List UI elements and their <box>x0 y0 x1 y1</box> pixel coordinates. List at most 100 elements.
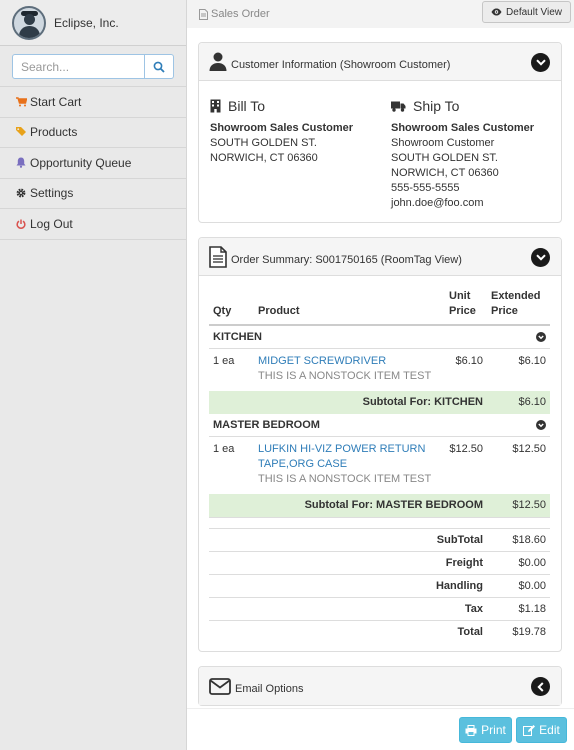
item-qty: 1 ea <box>213 354 235 367</box>
search-bar <box>0 46 186 87</box>
order-summary-panel: Order Summary: S001750165 (RoomTag View)… <box>198 237 562 652</box>
sidebar: Eclipse, Inc. Start Cart Products Opport… <box>0 0 187 750</box>
product-link[interactable]: MIDGET SCREWDRIVER <box>258 354 441 369</box>
spacer-row <box>209 516 550 528</box>
sidebar-item-label: Opportunity Queue <box>30 155 132 170</box>
action-footer: Print Edit <box>187 708 574 750</box>
section-name: KITCHEN <box>213 330 262 343</box>
print-icon <box>465 724 477 736</box>
bell-icon <box>14 157 28 169</box>
ship-to-line1: Showroom Customer <box>391 137 495 149</box>
chevron-down-icon <box>535 59 546 66</box>
sidebar-item-label: Log Out <box>30 216 73 231</box>
chevron-down-icon <box>535 254 546 261</box>
cart-icon <box>14 97 28 107</box>
ship-to-block: Ship To Showroom Sales Customer Showroom… <box>391 97 534 211</box>
gear-icon <box>14 188 28 198</box>
item-unit-price: $6.10 <box>455 354 483 367</box>
document-icon <box>199 8 208 20</box>
product-note: THIS IS A NONSTOCK ITEM TEST <box>258 369 432 382</box>
sidebar-item-label: Start Cart <box>30 94 82 109</box>
order-summary-toggle[interactable] <box>531 248 550 267</box>
totals-row-tax: Tax $1.18 <box>209 596 550 620</box>
search-icon <box>153 61 165 73</box>
ship-to-heading: Ship To <box>391 97 534 115</box>
subtotal-label: Subtotal For: KITCHEN <box>209 390 487 414</box>
bill-to-line1: SOUTH GOLDEN ST. <box>210 137 317 149</box>
breadcrumb: Sales Order <box>199 8 270 20</box>
order-summary-title: Order Summary: S001750165 (RoomTag View) <box>231 253 462 266</box>
bill-to-block: Bill To Showroom Sales Customer SOUTH GO… <box>210 97 353 166</box>
ship-to-line3: NORWICH, CT 06360 <box>391 167 499 179</box>
order-items-table: Qty Product Unit Price Extended Price KITC… <box>209 286 550 643</box>
sidebar-item-opportunity-queue[interactable]: Opportunity Queue <box>0 148 186 179</box>
ship-to-name: Showroom Sales Customer <box>391 122 535 134</box>
main-content: Sales Order Default View Customer Inform… <box>187 0 574 750</box>
subtotal-value: $6.10 <box>487 390 550 414</box>
item-qty: 1 ea <box>213 443 235 455</box>
customer-info-panel: Customer Information (Showroom Customer)… <box>198 42 562 223</box>
email-options-title: Email Options <box>235 683 304 695</box>
top-bar: Sales Order Default View <box>187 0 574 28</box>
brand-header: Eclipse, Inc. <box>0 0 186 46</box>
building-icon <box>210 99 221 113</box>
customer-info-title: Customer Information (Showroom Customer) <box>231 58 451 71</box>
sidebar-item-start-cart[interactable]: Start Cart <box>0 87 186 118</box>
table-header-row: Qty Product Unit Price Extended Price <box>209 286 550 326</box>
envelope-icon <box>209 677 231 695</box>
item-extended-price: $12.50 <box>512 443 546 455</box>
sidebar-item-settings[interactable]: Settings <box>0 179 186 209</box>
table-row: 1 ea MIDGET SCREWDRIVER THIS IS A NONSTO… <box>209 348 550 391</box>
breadcrumb-label: Sales Order <box>211 8 270 20</box>
col-product: Product <box>254 286 445 326</box>
search-button[interactable] <box>145 54 174 79</box>
sidebar-item-label: Products <box>30 125 78 140</box>
item-extended-price: $6.10 <box>518 354 546 367</box>
section-row[interactable]: KITCHEN <box>209 325 550 349</box>
totals-row-handling: Handling $0.00 <box>209 573 550 597</box>
avatar <box>12 5 46 40</box>
order-summary-header[interactable]: Order Summary: S001750165 (RoomTag View) <box>199 238 561 276</box>
ship-to-line2: SOUTH GOLDEN ST. <box>391 152 498 164</box>
col-qty: Qty <box>209 286 254 326</box>
default-view-label: Default View <box>506 6 562 18</box>
totals-row-subtotal: SubTotal $18.60 <box>209 527 550 551</box>
default-view-button[interactable]: Default View <box>482 1 571 23</box>
bill-to-line2: NORWICH, CT 06360 <box>210 152 318 164</box>
edit-button[interactable]: Edit <box>516 717 567 743</box>
user-icon <box>209 52 227 71</box>
eye-icon <box>491 8 502 16</box>
ship-to-email: john.doe@foo.com <box>391 197 484 209</box>
chevron-down-circle-icon[interactable] <box>536 419 546 430</box>
subtotal-label: Subtotal For: MASTER BEDROOM <box>209 494 487 517</box>
sidebar-item-log-out[interactable]: Log Out <box>0 209 186 240</box>
subtotal-row: Subtotal For: MASTER BEDROOM $12.50 <box>209 494 550 517</box>
subtotal-row: Subtotal For: KITCHEN $6.10 <box>209 390 550 414</box>
col-unit-price: Unit Price <box>445 286 487 326</box>
truck-icon <box>391 101 406 112</box>
product-link[interactable]: LUFKIN HI-VIZ POWER RETURN TAPE,ORG CASE <box>258 442 441 472</box>
item-unit-price: $12.50 <box>449 443 483 455</box>
print-button[interactable]: Print <box>459 717 512 743</box>
totals-row-total: Total $19.78 <box>209 619 550 643</box>
subtotal-value: $12.50 <box>487 494 550 517</box>
email-options-header[interactable]: Email Options <box>199 667 561 705</box>
company-name: Eclipse, Inc. <box>54 15 119 30</box>
section-name: MASTER BEDROOM <box>213 418 320 431</box>
file-text-icon <box>209 245 227 268</box>
customer-info-toggle[interactable] <box>531 53 550 72</box>
ship-to-phone: 555-555-5555 <box>391 182 460 194</box>
col-extended-price: Extended Price <box>487 286 550 326</box>
email-options-panel: Email Options <box>198 666 562 706</box>
product-note: THIS IS A NONSTOCK ITEM TEST <box>258 473 432 485</box>
bill-to-heading: Bill To <box>210 97 353 115</box>
chevron-down-circle-icon[interactable] <box>536 332 546 342</box>
search-input[interactable] <box>12 54 145 79</box>
bill-to-name: Showroom Sales Customer <box>210 122 354 134</box>
sidebar-item-label: Settings <box>30 186 74 201</box>
chevron-left-icon <box>537 681 544 692</box>
sidebar-item-products[interactable]: Products <box>0 118 186 148</box>
customer-info-header[interactable]: Customer Information (Showroom Customer) <box>199 43 561 81</box>
email-options-toggle[interactable] <box>531 677 550 696</box>
section-row[interactable]: MASTER BEDROOM <box>209 413 550 437</box>
